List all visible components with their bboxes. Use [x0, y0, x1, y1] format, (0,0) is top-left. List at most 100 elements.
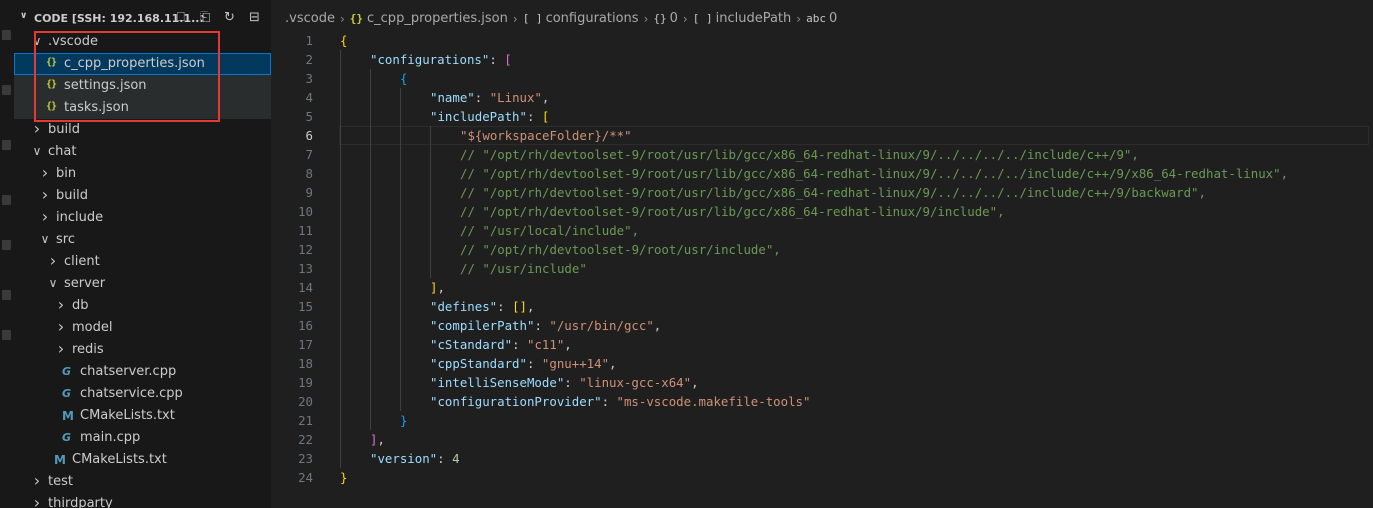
- chevron-right-icon[interactable]: ›: [40, 185, 50, 204]
- tree-folder[interactable]: › redis: [14, 339, 271, 361]
- indent-guide: [370, 145, 371, 164]
- code-text: "cppStandard": "gnu++14",: [430, 354, 617, 373]
- chevron-right-icon[interactable]: ›: [32, 493, 42, 508]
- code-line[interactable]: 16 "compilerPath": "/usr/bin/gcc",: [271, 316, 1373, 335]
- tree-folder[interactable]: ∨ .vscode: [14, 31, 271, 53]
- code-line[interactable]: 17 "cStandard": "c11",: [271, 335, 1373, 354]
- chevron-right-icon[interactable]: ›: [56, 295, 66, 314]
- tree-folder[interactable]: › bin: [14, 163, 271, 185]
- code-line[interactable]: 2 "configurations": [: [271, 50, 1373, 69]
- code-line[interactable]: 11 // "/usr/local/include",: [271, 221, 1373, 240]
- code-line[interactable]: 6 "${workspaceFolder}/**": [271, 126, 1373, 145]
- chevron-down-icon[interactable]: ∨: [48, 276, 58, 290]
- tree-folder[interactable]: › test: [14, 471, 271, 493]
- tree-folder[interactable]: ∨ chat: [14, 141, 271, 163]
- tree-file[interactable]: {} c_cpp_properties.json: [14, 53, 271, 75]
- chevron-down-icon[interactable]: ∨: [40, 232, 50, 246]
- breadcrumb-item[interactable]: [ ] includePath: [693, 11, 792, 26]
- tree-file[interactable]: {} settings.json: [14, 75, 271, 97]
- tree-folder[interactable]: ∨ server: [14, 273, 271, 295]
- tree-file[interactable]: Gmain.cpp: [14, 427, 271, 449]
- code-line[interactable]: 1{: [271, 31, 1373, 50]
- code-text: "version": 4: [370, 449, 460, 468]
- code-line[interactable]: 5 "includePath": [: [271, 107, 1373, 126]
- new-file-icon[interactable]: ⎕: [177, 10, 185, 25]
- activity-icon[interactable]: [2, 85, 11, 95]
- chevron-down-icon[interactable]: ∨: [32, 144, 42, 158]
- breadcrumb-item[interactable]: {} 0: [653, 11, 678, 26]
- code-line[interactable]: 24}: [271, 468, 1373, 487]
- tree-folder[interactable]: ∨ src: [14, 229, 271, 251]
- chevron-right-icon[interactable]: ›: [40, 163, 50, 182]
- string-icon: abc: [806, 12, 826, 25]
- tree-item-label: CMakeLists.txt: [80, 408, 175, 423]
- code-line[interactable]: 13 // "/usr/include": [271, 259, 1373, 278]
- code-line[interactable]: 23 "version": 4: [271, 449, 1373, 468]
- tree-file[interactable]: M CMakeLists.txt: [14, 449, 271, 471]
- activity-icon[interactable]: [2, 330, 11, 340]
- code-line[interactable]: 20 "configurationProvider": "ms-vscode.ma…: [271, 392, 1373, 411]
- activity-icon[interactable]: [2, 195, 11, 205]
- breadcrumb-item[interactable]: abc 0: [806, 11, 837, 26]
- breadcrumb-item[interactable]: [ ] configurations: [523, 11, 639, 26]
- line-number: 9: [305, 185, 313, 200]
- line-number: 14: [298, 280, 313, 295]
- tree-folder[interactable]: › model: [14, 317, 271, 339]
- code-line[interactable]: 3{: [271, 69, 1373, 88]
- cpp-file-icon: G: [62, 431, 72, 444]
- tree-file[interactable]: {} tasks.json: [14, 97, 271, 119]
- code-line[interactable]: 22],: [271, 430, 1373, 449]
- tree-item-label: server: [64, 276, 106, 291]
- chevron-right-icon: ›: [682, 11, 688, 26]
- tree-folder[interactable]: › client: [14, 251, 271, 273]
- code-line[interactable]: 18 "cppStandard": "gnu++14",: [271, 354, 1373, 373]
- tree-file[interactable]: Gchatservice.cpp: [14, 383, 271, 405]
- tree-folder[interactable]: › include: [14, 207, 271, 229]
- chevron-right-icon[interactable]: ›: [48, 251, 58, 270]
- breadcrumb-item[interactable]: .vscode: [285, 11, 335, 26]
- tree-folder[interactable]: › build: [14, 185, 271, 207]
- indent-guide: [340, 392, 341, 411]
- chevron-down-icon[interactable]: ∨: [32, 34, 42, 48]
- chevron-down-icon[interactable]: ∨: [20, 11, 27, 21]
- tree-folder[interactable]: › thirdparty: [14, 493, 271, 508]
- code-line[interactable]: 9 // "/opt/rh/devtoolset-9/root/usr/lib/g…: [271, 183, 1373, 202]
- tree-file[interactable]: Gchatserver.cpp: [14, 361, 271, 383]
- tree-file[interactable]: M CMakeLists.txt: [14, 405, 271, 427]
- code-line[interactable]: 8 // "/opt/rh/devtoolset-9/root/usr/lib/g…: [271, 164, 1373, 183]
- indent-guide: [400, 392, 401, 411]
- collapse-all-icon[interactable]: ⊟: [249, 10, 260, 25]
- tree-folder[interactable]: › build: [14, 119, 271, 141]
- activity-icon[interactable]: [2, 30, 11, 40]
- code-line[interactable]: 19 "intelliSenseMode": "linux-gcc-x64",: [271, 373, 1373, 392]
- new-folder-icon[interactable]: ⎗: [200, 10, 210, 25]
- chevron-right-icon[interactable]: ›: [56, 339, 66, 358]
- breadcrumb-item[interactable]: {} c_cpp_properties.json: [350, 11, 508, 26]
- code-token: :: [534, 318, 550, 333]
- code-line[interactable]: 12 // "/opt/rh/devtoolset-9/root/usr/incl…: [271, 240, 1373, 259]
- activity-icon[interactable]: [2, 240, 11, 250]
- chevron-right-icon[interactable]: ›: [32, 471, 42, 490]
- tree-folder[interactable]: › db: [14, 295, 271, 317]
- indent-guide: [400, 145, 401, 164]
- chevron-right-icon[interactable]: ›: [56, 317, 66, 336]
- activity-icon[interactable]: [2, 290, 11, 300]
- activity-icon[interactable]: [2, 140, 11, 150]
- chevron-right-icon[interactable]: ›: [32, 119, 42, 138]
- code-line[interactable]: 21}: [271, 411, 1373, 430]
- tree-item-label: test: [48, 474, 73, 489]
- code-line[interactable]: 7 // "/opt/rh/devtoolset-9/root/usr/lib/g…: [271, 145, 1373, 164]
- code-line[interactable]: 15 "defines": [],: [271, 297, 1373, 316]
- indent-guide: [400, 297, 401, 316]
- line-number: 21: [298, 413, 313, 428]
- code-token: [: [504, 52, 512, 67]
- indent-guide: [340, 164, 341, 183]
- chevron-right-icon[interactable]: ›: [40, 207, 50, 226]
- code-line[interactable]: 10 // "/opt/rh/devtoolset-9/root/usr/lib/…: [271, 202, 1373, 221]
- refresh-icon[interactable]: ↻: [224, 10, 235, 25]
- code-text: "${workspaceFolder}/**": [460, 126, 632, 145]
- indent-guide: [340, 373, 341, 392]
- indent-guide: [370, 107, 371, 126]
- code-line[interactable]: 14],: [271, 278, 1373, 297]
- code-line[interactable]: 4 "name": "Linux",: [271, 88, 1373, 107]
